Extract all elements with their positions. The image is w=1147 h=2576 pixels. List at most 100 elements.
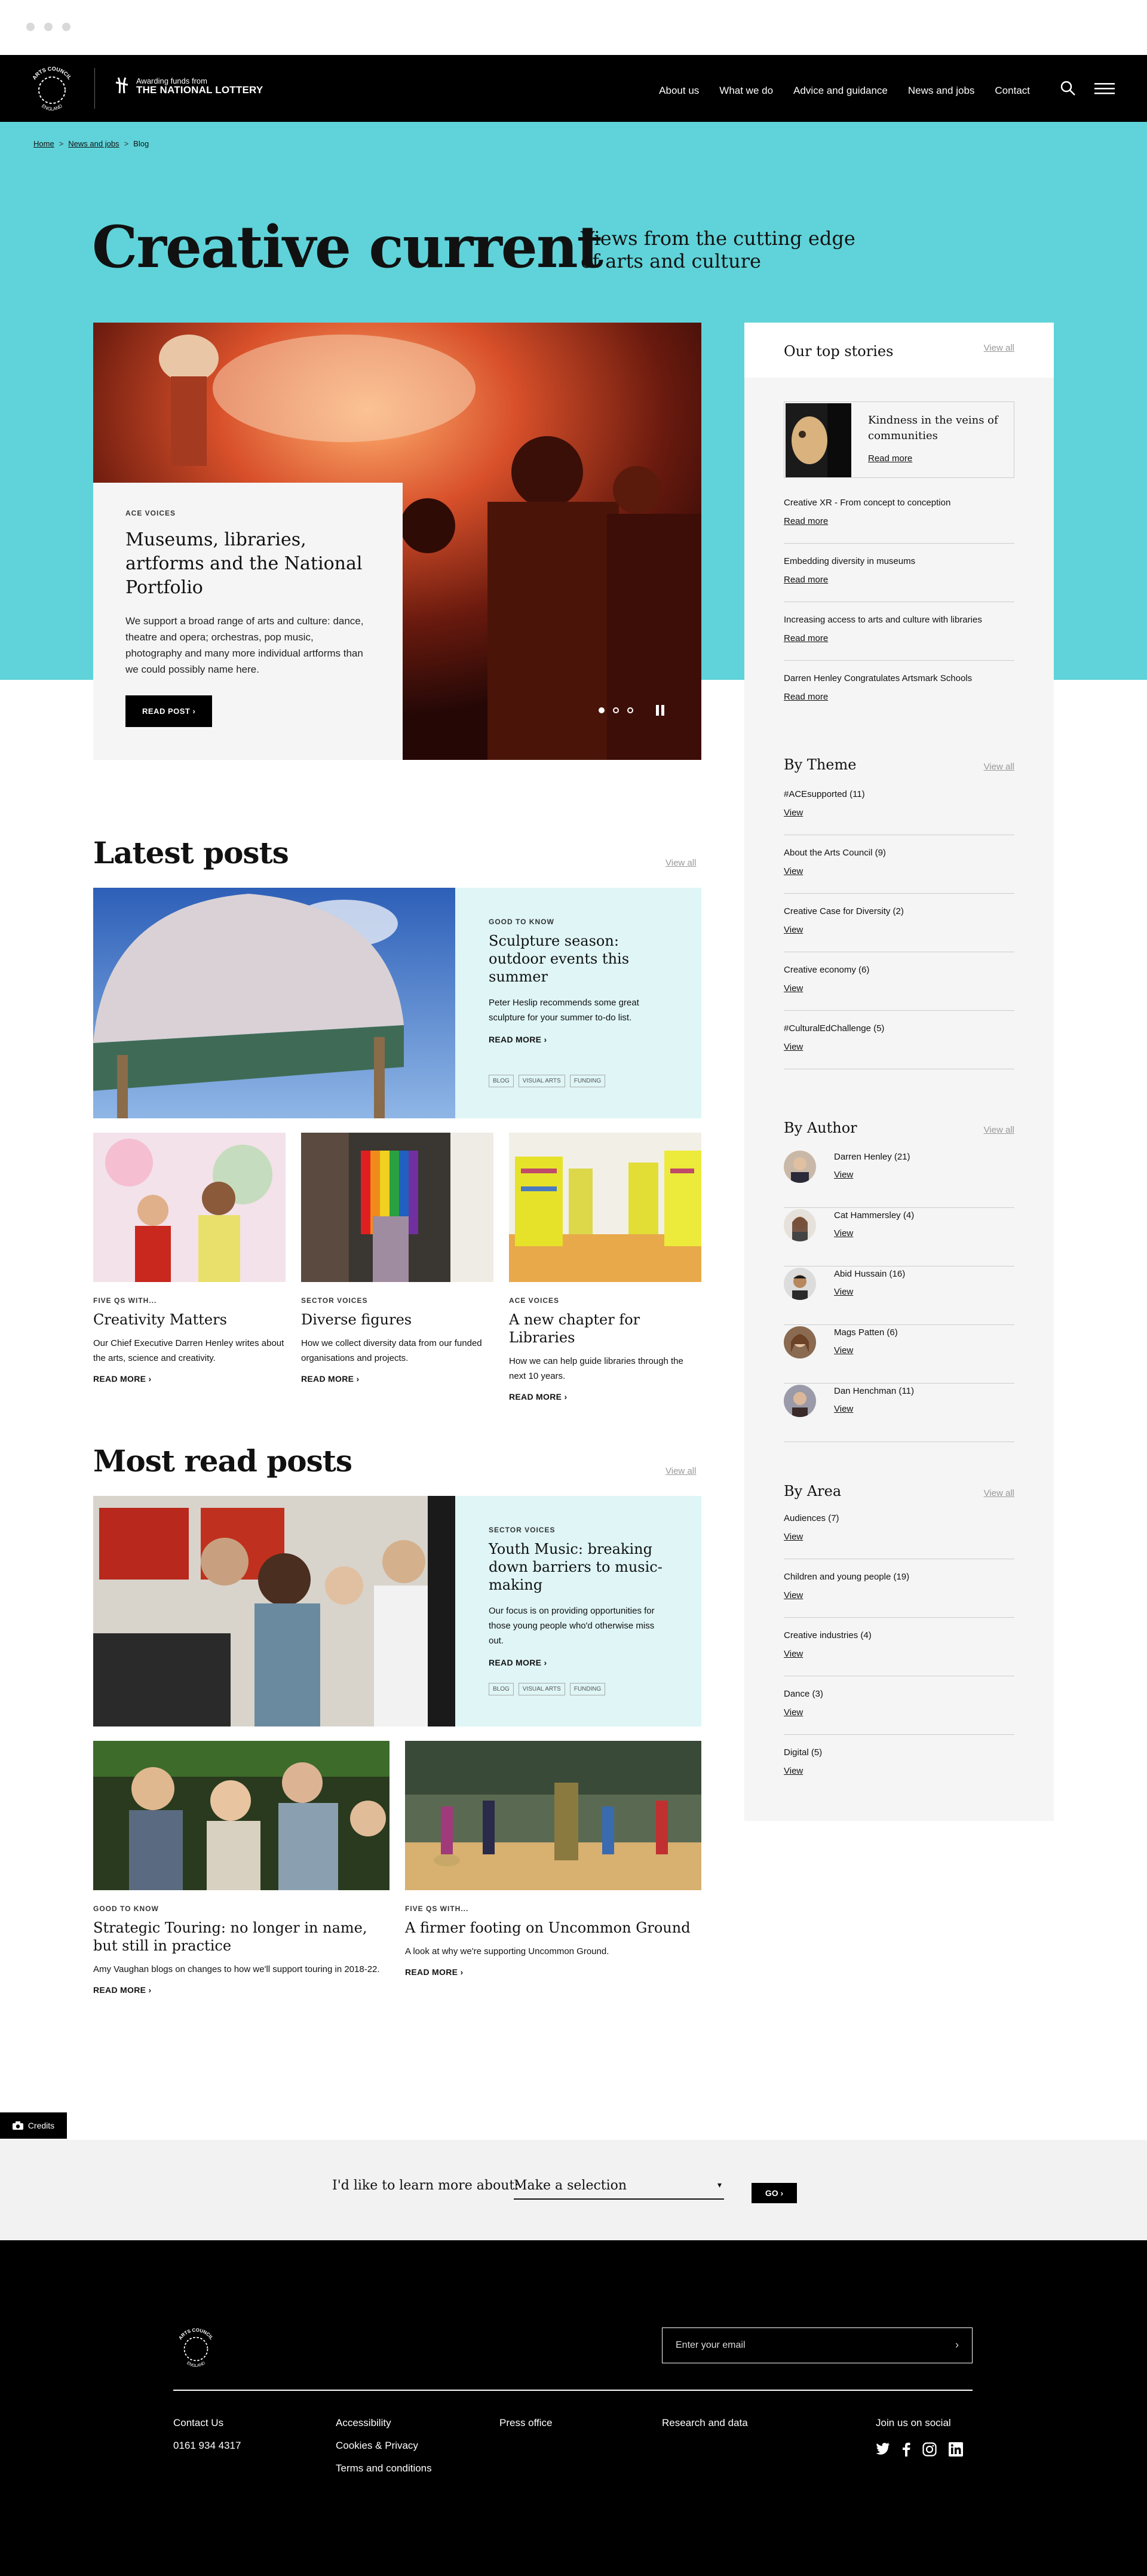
area-item: Creative industries (4) View	[784, 1630, 1014, 1676]
tag-visual-arts[interactable]: VISUAL ARTS	[518, 1683, 565, 1695]
search-icon[interactable]	[1060, 80, 1077, 97]
nav-advice-and-guidance[interactable]: Advice and guidance	[793, 85, 888, 97]
area-view-link[interactable]: View	[784, 1590, 803, 1600]
post-title[interactable]: A firmer footing on Uncommon Ground	[405, 1919, 701, 1937]
footer-contact-us[interactable]: Contact Us	[173, 2417, 241, 2429]
footer-press-office[interactable]: Press office	[499, 2417, 553, 2429]
read-more-link[interactable]: READ MORE ›	[405, 1967, 463, 1977]
latest-featured-post[interactable]: GOOD TO KNOW Sculpture season: outdoor e…	[93, 888, 701, 1118]
theme-view-link[interactable]: View	[784, 925, 803, 935]
top-story-featured[interactable]: Kindness in the veins of communities Rea…	[784, 401, 1014, 478]
breadcrumb-news[interactable]: News and jobs	[68, 139, 119, 148]
arts-council-logo[interactable]: ARTS COUNCIL ENGLAND	[26, 65, 78, 116]
logo-divider	[94, 68, 95, 109]
menu-icon[interactable]	[1094, 80, 1115, 97]
linkedin-icon[interactable]	[949, 2442, 963, 2460]
top-story-read-more[interactable]: Read more	[784, 516, 828, 526]
post-card[interactable]: ACE VOICES A new chapter for Libraries H…	[509, 1133, 701, 1403]
carousel-dot[interactable]	[599, 707, 605, 713]
post-excerpt: How we can help guide libraries through …	[509, 1356, 683, 1381]
facebook-icon[interactable]	[902, 2442, 910, 2460]
topic-select-value: Make a selection	[514, 2178, 627, 2193]
pause-icon[interactable]	[655, 705, 665, 716]
arts-council-logo[interactable]: ARTS COUNCIL ENGLAND	[173, 2326, 219, 2372]
footer-phone[interactable]: 0161 934 4317	[173, 2440, 241, 2452]
post-title[interactable]: Creativity Matters	[93, 1311, 286, 1329]
top-stories-view-all[interactable]: View all	[984, 343, 1014, 378]
tag-visual-arts[interactable]: VISUAL ARTS	[518, 1075, 565, 1087]
top-story-read-more[interactable]: Read more	[784, 692, 828, 702]
read-more-link[interactable]: READ MORE ›	[489, 1035, 547, 1044]
tag-blog[interactable]: BLOG	[489, 1683, 514, 1695]
area-view-link[interactable]: View	[784, 1532, 803, 1542]
read-more-link[interactable]: READ MORE ›	[489, 1658, 547, 1667]
tag-blog[interactable]: BLOG	[489, 1075, 514, 1087]
post-card[interactable]: FIVE QS WITH... Creativity Matters Our C…	[93, 1133, 286, 1385]
credits-button[interactable]: Credits	[0, 2112, 67, 2139]
most-read-featured-post[interactable]: SECTOR VOICES Youth Music: breaking down…	[93, 1496, 701, 1726]
featured-title[interactable]: Museums, libraries, artforms and the Nat…	[125, 528, 370, 600]
author-view-link[interactable]: View	[834, 1404, 853, 1414]
go-button[interactable]: GO ›	[752, 2183, 797, 2203]
latest-view-all[interactable]: View all	[665, 858, 696, 868]
national-lottery-logo[interactable]: Awarding funds from THE NATIONAL LOTTERY	[114, 76, 263, 95]
theme-view-link[interactable]: View	[784, 1042, 803, 1052]
post-title[interactable]: Diverse figures	[301, 1311, 493, 1329]
area-view-all[interactable]: View all	[984, 1488, 1014, 1498]
most-read-view-all[interactable]: View all	[665, 1466, 696, 1476]
carousel-dot[interactable]	[627, 707, 633, 713]
author-view-link[interactable]: View	[834, 1345, 853, 1356]
read-more-link[interactable]: READ MORE ›	[93, 1374, 151, 1384]
carousel-dot[interactable]	[613, 707, 619, 713]
footer-cookies-privacy[interactable]: Cookies & Privacy	[336, 2440, 432, 2452]
post-card[interactable]: GOOD TO KNOW Strategic Touring: no longe…	[93, 1741, 390, 1996]
top-story-read-more[interactable]: Read more	[784, 575, 828, 585]
author-view-link[interactable]: View	[834, 1228, 853, 1238]
author-view-link[interactable]: View	[834, 1287, 853, 1297]
post-tags: BLOG VISUAL ARTS FUNDING	[489, 1075, 606, 1087]
footer-col-contact: Contact Us 0161 934 4317	[173, 2417, 241, 2462]
area-view-link[interactable]: View	[784, 1649, 803, 1659]
most-read-heading: Most read posts	[93, 1443, 352, 1479]
read-more-link[interactable]: READ MORE ›	[301, 1374, 359, 1384]
tag-funding[interactable]: FUNDING	[569, 1075, 606, 1087]
read-more-link[interactable]: READ MORE ›	[509, 1392, 567, 1402]
sculpture-photo	[93, 888, 455, 1118]
read-post-button[interactable]: READ POST ›	[125, 695, 213, 727]
footer-accessibility[interactable]: Accessibility	[336, 2417, 432, 2429]
twitter-icon[interactable]	[876, 2442, 890, 2460]
theme-view-link[interactable]: View	[784, 866, 803, 876]
post-excerpt: Our focus is on providing opportunities …	[489, 1606, 655, 1646]
instagram-icon[interactable]	[922, 2442, 937, 2460]
topic-select[interactable]: Make a selection ▾	[514, 2173, 724, 2200]
tag-funding[interactable]: FUNDING	[569, 1683, 606, 1695]
theme-view-all[interactable]: View all	[984, 762, 1014, 772]
top-story-featured-read-more[interactable]: Read more	[868, 453, 912, 464]
read-more-link[interactable]: READ MORE ›	[93, 1985, 151, 1995]
nav-news-and-jobs[interactable]: News and jobs	[908, 85, 975, 97]
chevron-right-icon[interactable]: ›	[955, 2339, 959, 2351]
author-view-link[interactable]: View	[834, 1170, 853, 1180]
theme-view-link[interactable]: View	[784, 983, 803, 993]
post-title[interactable]: A new chapter for Libraries	[509, 1311, 701, 1347]
nav-what-we-do[interactable]: What we do	[719, 85, 773, 97]
footer-research[interactable]: Research and data	[662, 2417, 748, 2429]
nav-contact[interactable]: Contact	[995, 85, 1030, 97]
theme-view-link[interactable]: View	[784, 808, 803, 818]
email-signup-field[interactable]: Enter your email ›	[662, 2327, 973, 2363]
post-card[interactable]: FIVE QS WITH... A firmer footing on Unco…	[405, 1741, 701, 1978]
top-story-read-more[interactable]: Read more	[784, 633, 828, 643]
post-title[interactable]: Strategic Touring: no longer in name, bu…	[93, 1919, 390, 1955]
top-story-item: Embedding diversity in museums Read more	[784, 556, 1014, 602]
post-title[interactable]: Youth Music: breaking down barriers to m…	[489, 1540, 668, 1594]
post-title[interactable]: Sculpture season: outdoor events this su…	[489, 932, 668, 986]
nav-about-us[interactable]: About us	[659, 85, 699, 97]
breadcrumb-home[interactable]: Home	[33, 139, 54, 148]
area-view-link[interactable]: View	[784, 1707, 803, 1718]
footer-terms[interactable]: Terms and conditions	[336, 2462, 432, 2474]
post-card[interactable]: SECTOR VOICES Diverse figures How we col…	[301, 1133, 493, 1385]
area-view-link[interactable]: View	[784, 1766, 803, 1776]
author-item: Abid Hussain (16) View	[784, 1266, 1014, 1325]
author-view-all[interactable]: View all	[984, 1125, 1014, 1135]
learn-more-question: I'd like to learn more about:	[332, 2178, 519, 2193]
